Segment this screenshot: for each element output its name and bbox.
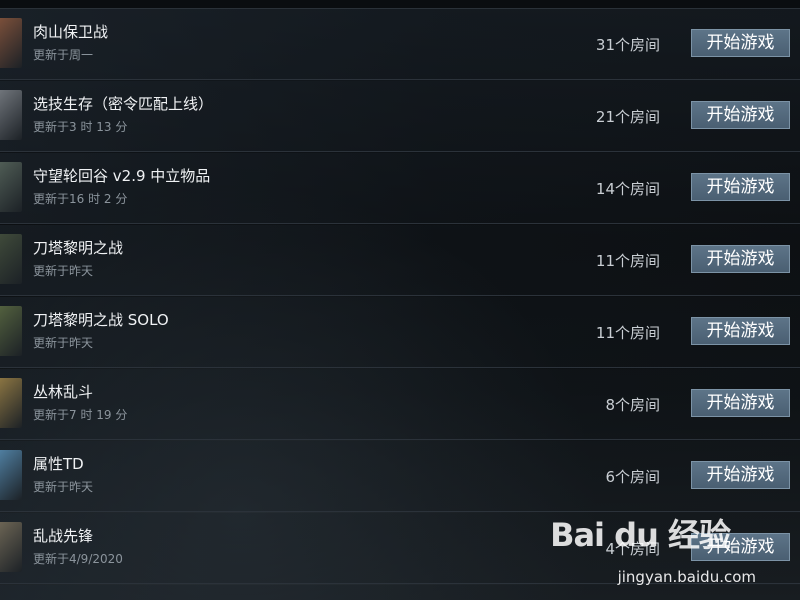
game-thumbnail — [0, 18, 22, 68]
start-game-button[interactable]: 开始游戏 — [691, 389, 790, 417]
start-game-button[interactable]: 开始游戏 — [691, 245, 790, 273]
room-count: 11个房间 — [595, 252, 660, 270]
start-game-button[interactable]: 开始游戏 — [691, 173, 790, 201]
game-thumbnail — [0, 90, 22, 140]
game-thumbnail — [0, 306, 22, 356]
room-count: 11个房间 — [595, 324, 660, 342]
game-row[interactable]: 肉山保卫战 更新于周一 31个房间 开始游戏 — [0, 9, 800, 80]
room-count: 31个房间 — [595, 36, 660, 54]
game-thumbnail — [0, 234, 22, 284]
game-title: 刀塔黎明之战 — [33, 239, 124, 257]
room-count: 6个房间 — [605, 468, 660, 486]
game-updated-time: 更新于昨天 — [33, 480, 94, 494]
list-top-edge — [0, 0, 800, 9]
game-updated-time: 更新于16 时 2 分 — [33, 192, 128, 206]
game-row[interactable]: 守望轮回谷 v2.9 中立物品 更新于16 时 2 分 14个房间 开始游戏 — [0, 153, 800, 224]
game-row[interactable]: 刀塔黎明之战 更新于昨天 11个房间 开始游戏 — [0, 225, 800, 296]
room-count: 21个房间 — [595, 108, 660, 126]
game-updated-time: 更新于昨天 — [33, 336, 94, 350]
game-row[interactable]: 刀塔黎明之战 SOLO 更新于昨天 11个房间 开始游戏 — [0, 297, 800, 368]
game-row[interactable]: 属性TD 更新于昨天 6个房间 开始游戏 — [0, 441, 800, 512]
start-game-button[interactable]: 开始游戏 — [691, 461, 790, 489]
game-updated-time: 更新于7 时 19 分 — [33, 408, 128, 422]
game-thumbnail — [0, 522, 22, 572]
game-thumbnail — [0, 450, 22, 500]
game-updated-time: 更新于周一 — [33, 48, 94, 62]
custom-games-list: 肉山保卫战 更新于周一 31个房间 开始游戏 选技生存（密令匹配上线） 更新于3… — [0, 0, 800, 600]
game-title: 肉山保卫战 — [33, 23, 109, 41]
room-count: 8个房间 — [605, 396, 660, 414]
game-updated-time: 更新于4/9/2020 — [33, 552, 123, 566]
game-row[interactable]: 乱战先锋 更新于4/9/2020 4个房间 开始游戏 — [0, 513, 800, 584]
game-title: 刀塔黎明之战 SOLO — [33, 311, 169, 329]
start-game-button[interactable]: 开始游戏 — [691, 533, 790, 561]
game-thumbnail — [0, 162, 22, 212]
game-row[interactable]: 选技生存（密令匹配上线） 更新于3 时 13 分 21个房间 开始游戏 — [0, 81, 800, 152]
start-game-button[interactable]: 开始游戏 — [691, 29, 790, 57]
game-title: 乱战先锋 — [33, 527, 94, 545]
game-title: 选技生存（密令匹配上线） — [33, 95, 214, 113]
game-updated-time: 更新于昨天 — [33, 264, 94, 278]
game-title: 属性TD — [33, 455, 84, 473]
game-row[interactable]: 丛林乱斗 更新于7 时 19 分 8个房间 开始游戏 — [0, 369, 800, 440]
start-game-button[interactable]: 开始游戏 — [691, 317, 790, 345]
game-updated-time: 更新于3 时 13 分 — [33, 120, 128, 134]
game-title: 丛林乱斗 — [33, 383, 94, 401]
game-thumbnail — [0, 378, 22, 428]
room-count: 14个房间 — [595, 180, 660, 198]
start-game-button[interactable]: 开始游戏 — [691, 101, 790, 129]
game-row-partial[interactable] — [0, 585, 800, 600]
game-title: 守望轮回谷 v2.9 中立物品 — [33, 167, 211, 185]
room-count: 4个房间 — [605, 540, 660, 558]
